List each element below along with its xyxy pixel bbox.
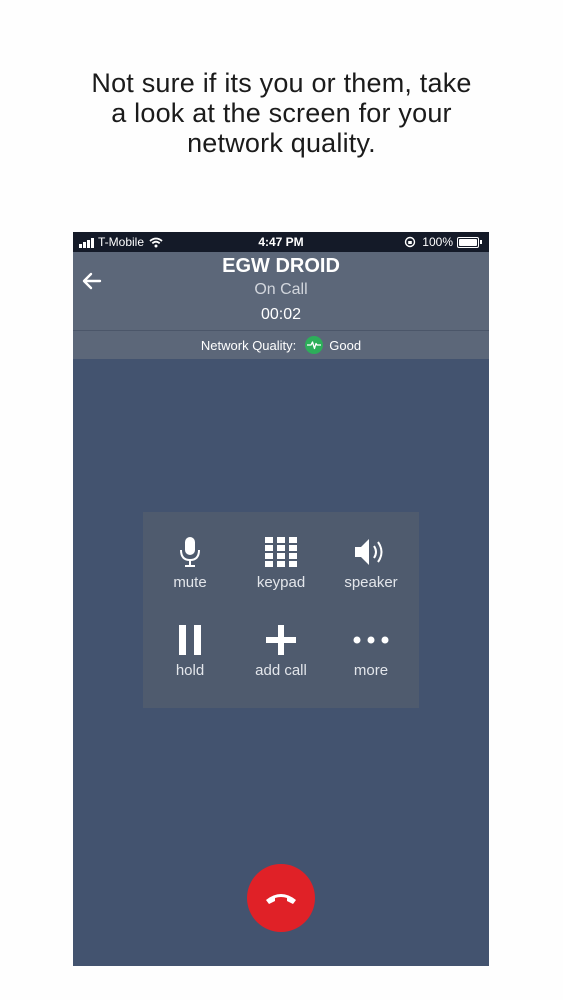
call-timer: 00:02 bbox=[260, 306, 302, 323]
keypad-button[interactable]: keypad bbox=[236, 532, 326, 612]
hold-label: hold bbox=[175, 662, 205, 679]
caption-line-3: network quality. bbox=[187, 128, 376, 158]
keypad-label: keypad bbox=[256, 574, 306, 591]
caller-name: EGW DROID bbox=[222, 255, 340, 277]
more-dots-icon bbox=[353, 636, 389, 644]
speaker-icon bbox=[355, 539, 383, 565]
speaker-label: speaker bbox=[344, 574, 398, 591]
network-quality-label: Network Quality: bbox=[200, 337, 297, 353]
network-quality-bar: Network Quality: Good bbox=[73, 331, 489, 359]
battery-icon bbox=[457, 236, 479, 248]
hang-up-icon bbox=[266, 894, 296, 904]
status-bar: T-Mobile 4:47 PM 100% bbox=[73, 232, 489, 252]
instruction-caption: Not sure if its you or them, take a look… bbox=[0, 68, 563, 158]
add-call-button[interactable]: add call bbox=[236, 620, 326, 700]
add-call-label: add call bbox=[255, 662, 307, 679]
call-header: EGW DROID On Call 00:02 bbox=[73, 252, 489, 331]
mute-label: mute bbox=[173, 574, 207, 591]
call-controls-panel: mute keypad speaker hold add call more bbox=[143, 512, 419, 708]
speaker-button[interactable]: speaker bbox=[326, 532, 416, 612]
rotation-lock-icon bbox=[405, 236, 416, 248]
caption-line-2: a look at the screen for your bbox=[111, 98, 452, 128]
microphone-icon bbox=[180, 537, 200, 567]
hold-button[interactable]: hold bbox=[145, 620, 235, 700]
battery-percent: 100% bbox=[422, 235, 453, 249]
phone-screen: T-Mobile 4:47 PM 100% EGW DROID On Call … bbox=[73, 232, 489, 966]
status-right: 100% bbox=[404, 235, 482, 249]
more-label: more bbox=[353, 662, 389, 679]
call-status: On Call bbox=[254, 281, 308, 298]
plus-icon bbox=[266, 625, 296, 655]
mute-button[interactable]: mute bbox=[145, 532, 235, 612]
keypad-grid-icon bbox=[265, 537, 297, 567]
network-quality-value: Good bbox=[329, 337, 362, 353]
end-call-button[interactable] bbox=[247, 864, 315, 932]
caption-line-1: Not sure if its you or them, take bbox=[91, 68, 472, 98]
pause-icon bbox=[179, 625, 201, 655]
more-button[interactable]: more bbox=[326, 620, 416, 700]
network-pulse-icon bbox=[305, 336, 324, 354]
